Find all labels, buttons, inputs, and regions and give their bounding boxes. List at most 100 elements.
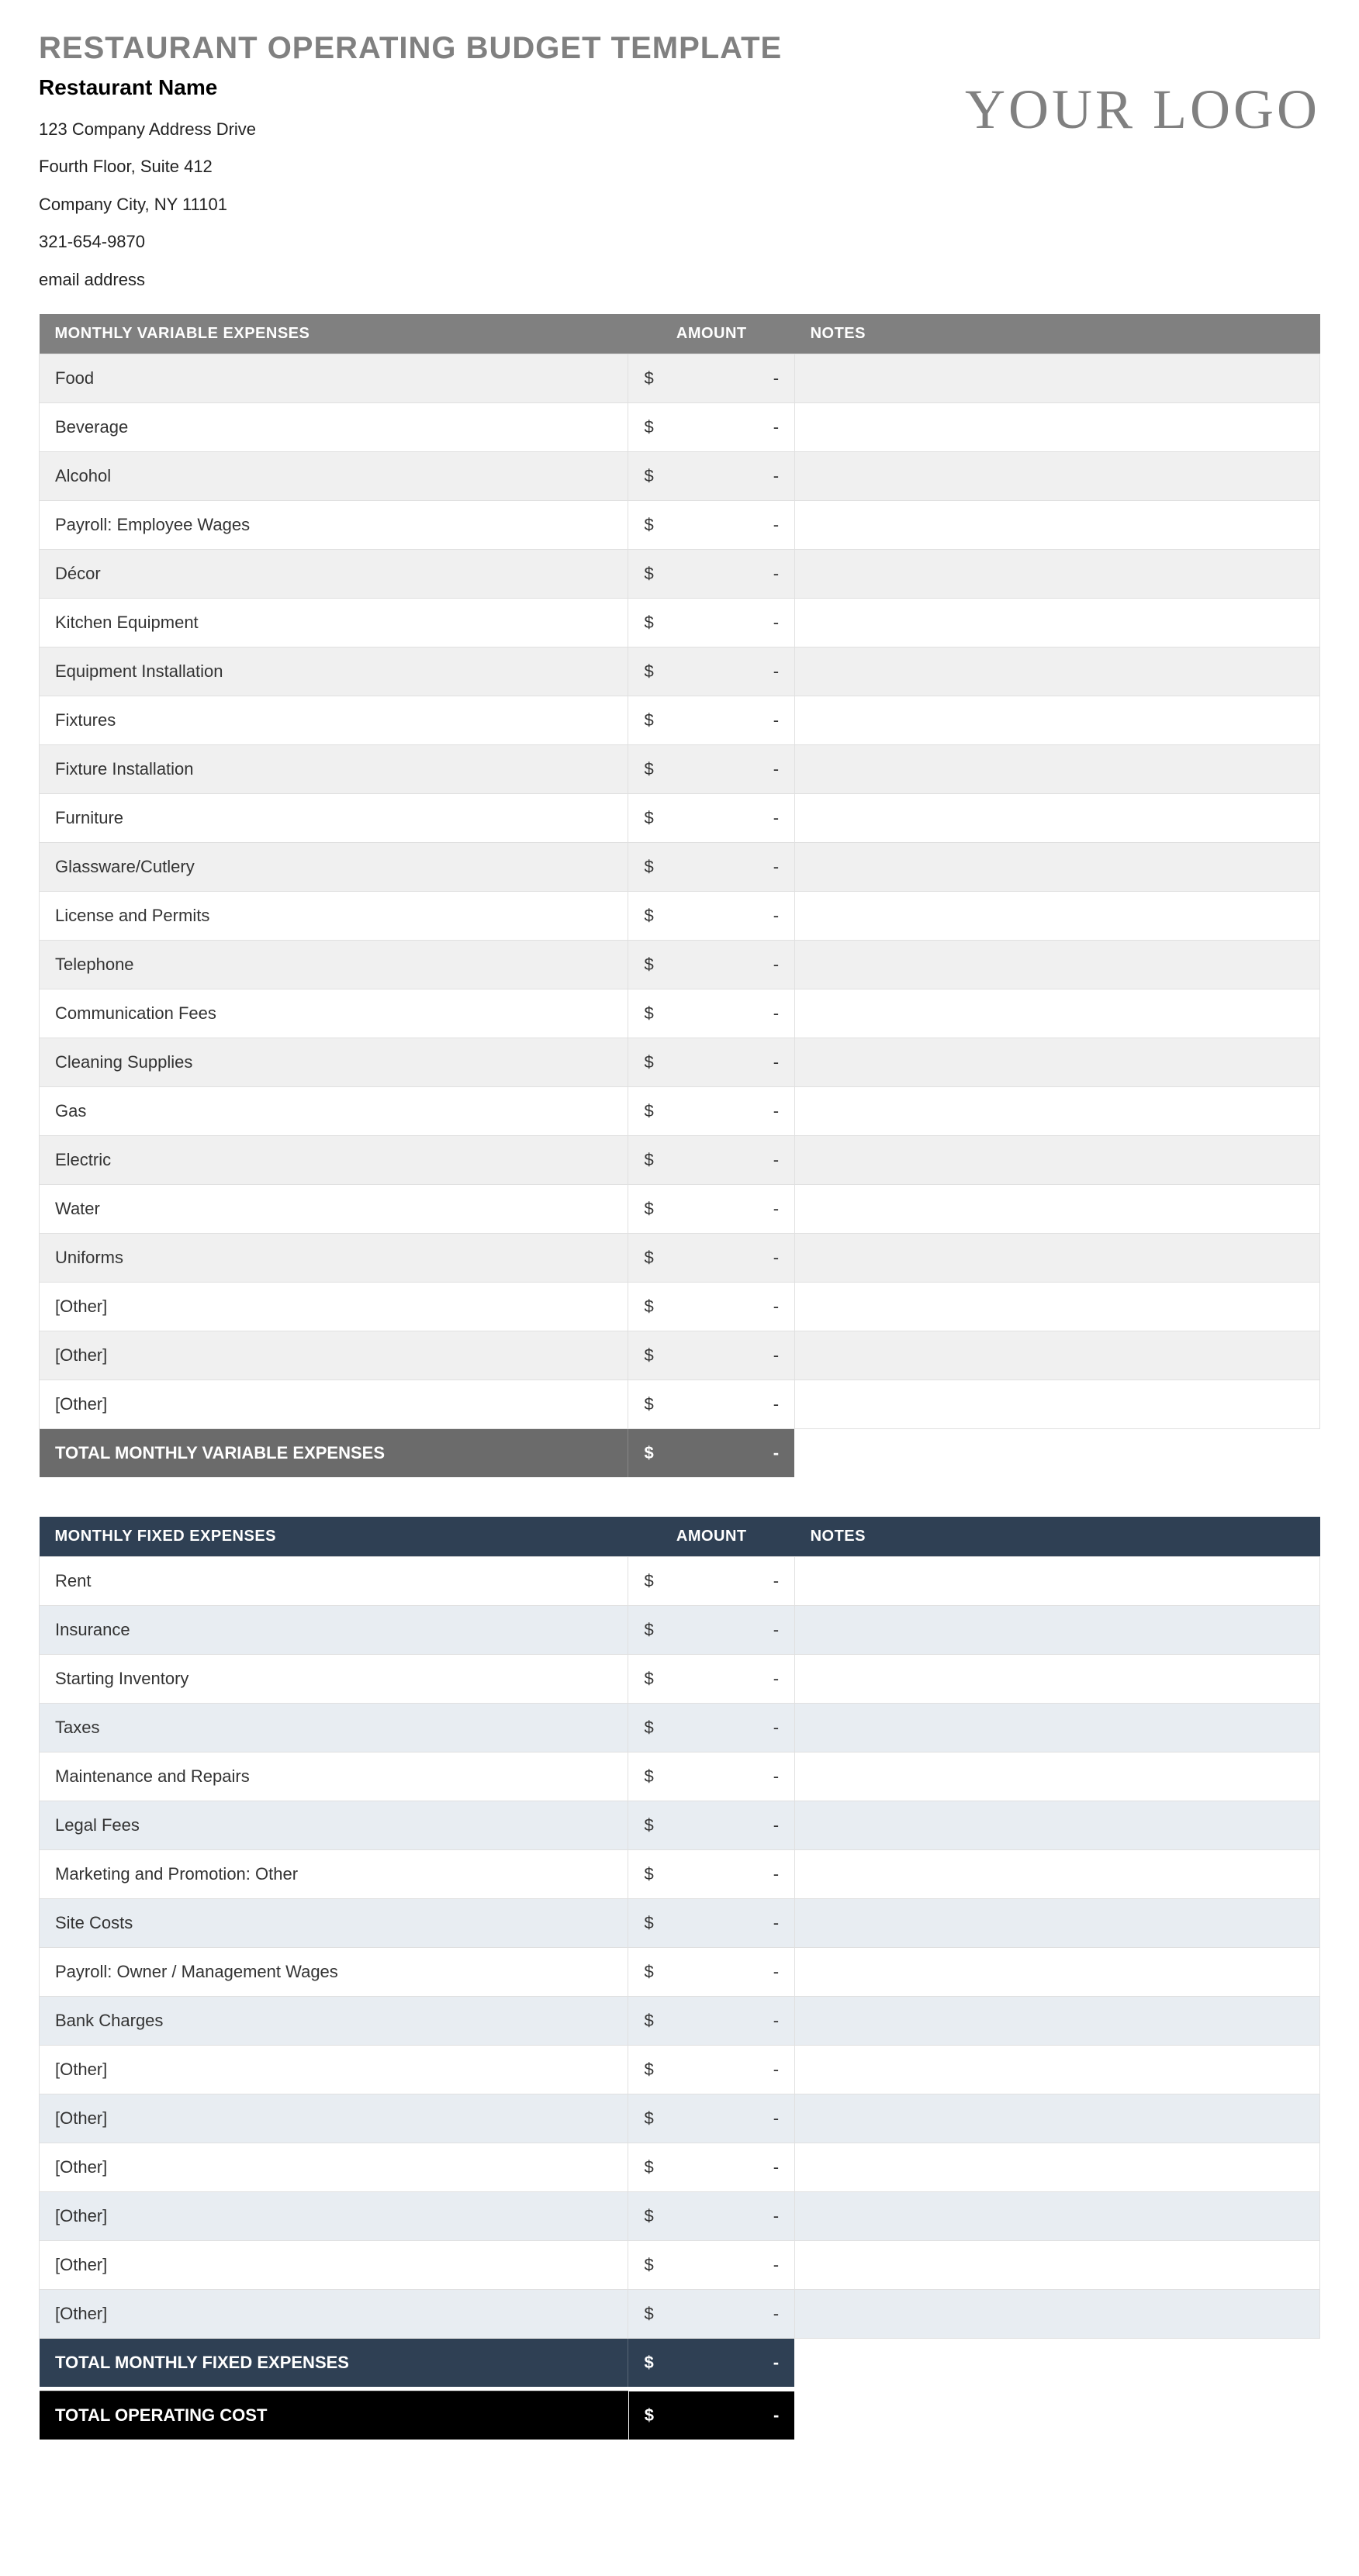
notes-cell[interactable] bbox=[795, 451, 1320, 500]
amount-cell[interactable]: $- bbox=[628, 2143, 795, 2191]
amount-header: AMOUNT bbox=[628, 314, 795, 354]
notes-cell[interactable] bbox=[795, 354, 1320, 402]
table-row: [Other]$- bbox=[40, 2289, 1320, 2338]
table-row: Payroll: Employee Wages$- bbox=[40, 500, 1320, 549]
amount-cell[interactable]: $- bbox=[628, 1380, 795, 1428]
amount-cell[interactable]: $- bbox=[628, 647, 795, 696]
notes-cell[interactable] bbox=[795, 1849, 1320, 1898]
amount-cell[interactable]: $- bbox=[628, 1947, 795, 1996]
notes-cell[interactable] bbox=[795, 940, 1320, 989]
notes-cell[interactable] bbox=[795, 1233, 1320, 1282]
amount-cell[interactable]: $- bbox=[628, 1086, 795, 1135]
amount-cell[interactable]: $- bbox=[628, 402, 795, 451]
amount-cell[interactable]: $- bbox=[628, 1752, 795, 1801]
amount-cell[interactable]: $- bbox=[628, 2240, 795, 2289]
expense-label: Kitchen Equipment bbox=[40, 598, 628, 647]
notes-cell[interactable] bbox=[795, 744, 1320, 793]
amount-cell[interactable]: $- bbox=[628, 793, 795, 842]
notes-cell[interactable] bbox=[795, 1184, 1320, 1233]
amount-cell[interactable]: $- bbox=[628, 989, 795, 1038]
notes-cell[interactable] bbox=[795, 2191, 1320, 2240]
amount-cell[interactable]: $- bbox=[628, 1038, 795, 1086]
expense-label: [Other] bbox=[40, 1331, 628, 1380]
notes-cell[interactable] bbox=[795, 402, 1320, 451]
notes-cell[interactable] bbox=[795, 500, 1320, 549]
notes-cell[interactable] bbox=[795, 1380, 1320, 1428]
notes-cell[interactable] bbox=[795, 1947, 1320, 1996]
notes-cell[interactable] bbox=[795, 1752, 1320, 1801]
amount-cell[interactable]: $- bbox=[628, 744, 795, 793]
table-row: Insurance$- bbox=[40, 1605, 1320, 1654]
amount-cell[interactable]: $- bbox=[628, 1233, 795, 1282]
address-line-2: Fourth Floor, Suite 412 bbox=[39, 148, 782, 185]
amount-cell[interactable]: $- bbox=[628, 940, 795, 989]
amount-cell[interactable]: $- bbox=[628, 1996, 795, 2045]
amount-cell[interactable]: $- bbox=[628, 1135, 795, 1184]
notes-cell[interactable] bbox=[795, 1801, 1320, 1849]
expense-label: Equipment Installation bbox=[40, 647, 628, 696]
notes-cell[interactable] bbox=[795, 2289, 1320, 2338]
notes-cell[interactable] bbox=[795, 1331, 1320, 1380]
notes-cell[interactable] bbox=[795, 2143, 1320, 2191]
amount-cell[interactable]: $- bbox=[628, 842, 795, 891]
notes-cell[interactable] bbox=[795, 647, 1320, 696]
notes-cell[interactable] bbox=[795, 598, 1320, 647]
amount-cell[interactable]: $- bbox=[628, 2191, 795, 2240]
expense-label: Payroll: Employee Wages bbox=[40, 500, 628, 549]
table-row: Fixture Installation$- bbox=[40, 744, 1320, 793]
expense-label: Water bbox=[40, 1184, 628, 1233]
table-row: Décor$- bbox=[40, 549, 1320, 598]
expense-label: Uniforms bbox=[40, 1233, 628, 1282]
table-row: Payroll: Owner / Management Wages$- bbox=[40, 1947, 1320, 1996]
notes-cell[interactable] bbox=[795, 793, 1320, 842]
notes-cell[interactable] bbox=[795, 842, 1320, 891]
notes-cell[interactable] bbox=[795, 1898, 1320, 1947]
table-row: License and Permits$- bbox=[40, 891, 1320, 940]
notes-cell[interactable] bbox=[795, 1605, 1320, 1654]
amount-cell[interactable]: $- bbox=[628, 1703, 795, 1752]
amount-cell[interactable]: $- bbox=[628, 1898, 795, 1947]
expense-label: Rent bbox=[40, 1556, 628, 1605]
notes-cell[interactable] bbox=[795, 2045, 1320, 2094]
table-row: Fixtures$- bbox=[40, 696, 1320, 744]
amount-cell[interactable]: $- bbox=[628, 549, 795, 598]
amount-cell[interactable]: $- bbox=[628, 451, 795, 500]
amount-cell[interactable]: $- bbox=[628, 354, 795, 402]
amount-cell[interactable]: $- bbox=[628, 1331, 795, 1380]
notes-cell[interactable] bbox=[795, 1282, 1320, 1331]
amount-cell[interactable]: $- bbox=[628, 891, 795, 940]
expense-label: Telephone bbox=[40, 940, 628, 989]
expense-label: Bank Charges bbox=[40, 1996, 628, 2045]
amount-cell[interactable]: $- bbox=[628, 500, 795, 549]
amount-cell[interactable]: $- bbox=[628, 1849, 795, 1898]
amount-cell[interactable]: $- bbox=[628, 598, 795, 647]
notes-cell[interactable] bbox=[795, 1703, 1320, 1752]
phone: 321-654-9870 bbox=[39, 223, 782, 261]
amount-cell[interactable]: $- bbox=[628, 2045, 795, 2094]
amount-cell[interactable]: $- bbox=[628, 1184, 795, 1233]
notes-cell[interactable] bbox=[795, 2240, 1320, 2289]
notes-cell[interactable] bbox=[795, 2094, 1320, 2143]
notes-cell[interactable] bbox=[795, 1654, 1320, 1703]
table-row: Cleaning Supplies$- bbox=[40, 1038, 1320, 1086]
notes-cell[interactable] bbox=[795, 1556, 1320, 1605]
amount-cell[interactable]: $- bbox=[628, 2289, 795, 2338]
amount-cell[interactable]: $- bbox=[628, 2094, 795, 2143]
amount-cell[interactable]: $- bbox=[628, 1556, 795, 1605]
amount-cell[interactable]: $- bbox=[628, 696, 795, 744]
expense-label: [Other] bbox=[40, 2191, 628, 2240]
amount-cell[interactable]: $- bbox=[628, 1654, 795, 1703]
notes-cell[interactable] bbox=[795, 549, 1320, 598]
amount-cell[interactable]: $- bbox=[628, 1282, 795, 1331]
amount-cell[interactable]: $- bbox=[628, 1605, 795, 1654]
expense-label: Maintenance and Repairs bbox=[40, 1752, 628, 1801]
notes-cell[interactable] bbox=[795, 1086, 1320, 1135]
notes-cell[interactable] bbox=[795, 989, 1320, 1038]
notes-cell[interactable] bbox=[795, 891, 1320, 940]
expense-label: Insurance bbox=[40, 1605, 628, 1654]
notes-cell[interactable] bbox=[795, 1135, 1320, 1184]
amount-cell[interactable]: $- bbox=[628, 1801, 795, 1849]
notes-cell[interactable] bbox=[795, 696, 1320, 744]
notes-cell[interactable] bbox=[795, 1038, 1320, 1086]
notes-cell[interactable] bbox=[795, 1996, 1320, 2045]
